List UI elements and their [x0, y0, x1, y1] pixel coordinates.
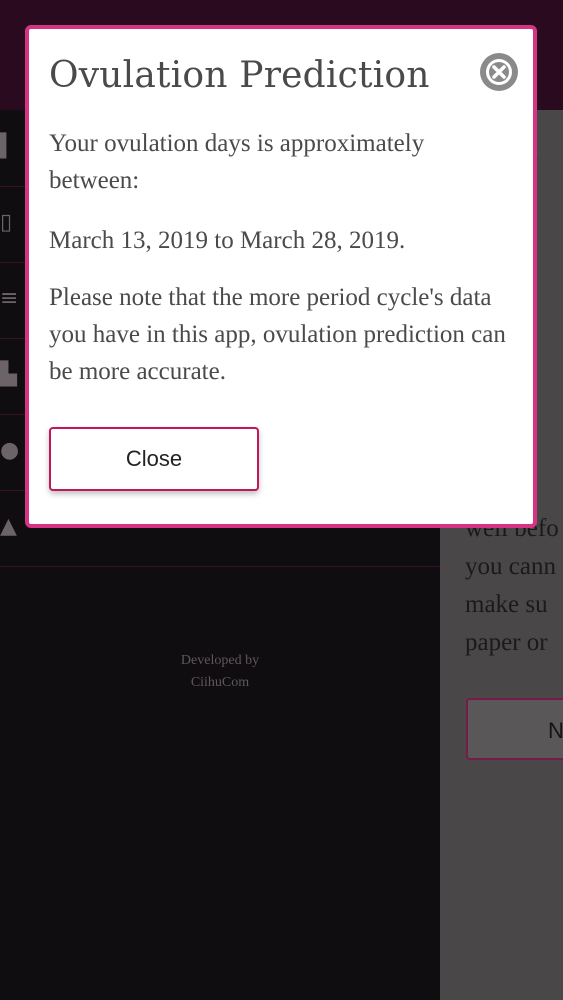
- ovulation-intro-text: Your ovulation days is approximately bet…: [49, 130, 425, 194]
- close-button[interactable]: Close: [49, 427, 259, 491]
- ovulation-date-range: March 13, 2019 to March 28, 2019.: [49, 227, 406, 254]
- ovulation-dialog: Ovulation Prediction Your ovulation days…: [25, 25, 537, 528]
- close-circle-icon-graphic: [481, 54, 517, 90]
- dialog-title: Ovulation Prediction: [49, 55, 430, 96]
- close-circle-icon[interactable]: [480, 53, 518, 91]
- accuracy-note-text: Please note that the more period cycle's…: [49, 284, 506, 385]
